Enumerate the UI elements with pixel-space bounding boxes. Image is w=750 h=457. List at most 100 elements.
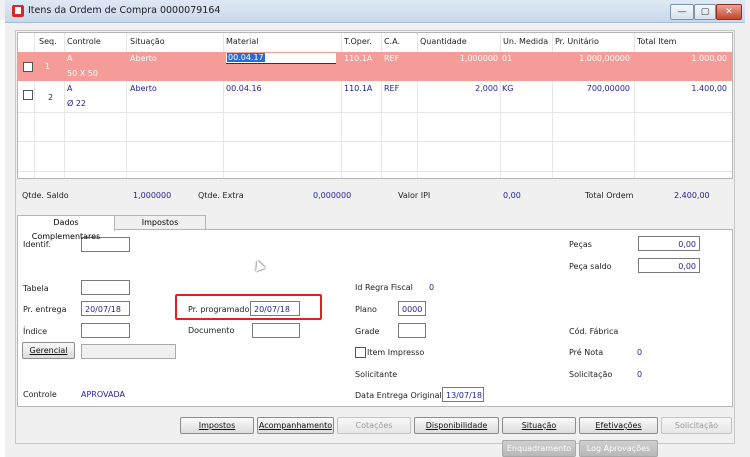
row-pr-unitario: 1.000,00000 <box>579 54 630 63</box>
col-header-controle[interactable]: Controle <box>67 37 101 46</box>
programado-input[interactable]: 20/07/18 <box>250 301 300 316</box>
grade-input[interactable] <box>398 323 426 338</box>
col-header-ca[interactable]: C.A. <box>384 37 400 46</box>
window: Itens da Ordem de Compra 0000079164 — ▢ … <box>0 0 750 457</box>
controle-value: APROVADA <box>81 390 125 399</box>
row-un-medida: 01 <box>502 54 513 63</box>
col-header-situacao[interactable]: Situação <box>130 37 165 46</box>
situacao-button-label: Situação <box>521 421 557 430</box>
cod-fabrica-label: Cód. Fábrica <box>569 327 619 336</box>
documento-input[interactable] <box>252 323 300 338</box>
solicitacao-label: Solicitação <box>569 370 613 379</box>
solicitacao-button[interactable]: Solicitação <box>661 417 732 434</box>
gerencial-field <box>81 344 176 359</box>
row-material-wrap: 00.04.17 <box>227 53 265 62</box>
ordem-label: Total Ordem <box>585 191 634 200</box>
plano-input[interactable]: 0000 <box>398 301 426 316</box>
col-header-toper[interactable]: T.Oper. <box>344 37 372 46</box>
grid-row-divider <box>18 141 732 142</box>
row-toper: 110.1A <box>344 84 373 93</box>
row-seq: 2 <box>48 93 54 102</box>
gerencial-label: Gerencial <box>29 346 68 355</box>
saldo-label: Qtde. Saldo <box>22 191 69 200</box>
minimize-button[interactable]: — <box>670 4 694 20</box>
table-row[interactable]: 2 A Ø 22 Aberto 00.04.16 110.1A REF 2,00… <box>18 82 732 112</box>
grid-row-divider <box>18 112 732 113</box>
col-header-un-medida[interactable]: Un. Medida <box>503 37 548 46</box>
row-material: 00.04.16 <box>226 84 262 93</box>
extra-value: 0,000000 <box>313 191 352 200</box>
row-situacao: Aberto <box>130 54 157 63</box>
row-total-item: 1.400,00 <box>691 84 727 93</box>
row-controle: A <box>67 84 73 93</box>
saldo-value: 1,000000 <box>133 191 172 200</box>
data-entrega-label: Data Entrega Original <box>355 391 442 400</box>
tabela-label: Tabela <box>23 284 49 293</box>
row-controle-detail: 50 X 50 <box>67 69 98 78</box>
col-header-material[interactable]: Material <box>226 37 259 46</box>
row-controle: A <box>67 54 73 63</box>
log-aprovacoes-button[interactable]: Log Aprovações <box>579 440 658 457</box>
row-checkbox[interactable] <box>23 90 33 100</box>
grade-label: Grade <box>355 327 380 336</box>
tab-impostos[interactable]: Impostos <box>114 215 206 230</box>
impostos-button-label: Impostos <box>198 421 236 430</box>
plano-label: Plano <box>355 305 377 314</box>
id-regra-label: Id Regra Fiscal <box>355 283 413 292</box>
background-strip <box>0 20 5 457</box>
indice-input[interactable] <box>81 323 130 338</box>
ordem-value: 2.400,00 <box>674 191 710 200</box>
col-header-total-item[interactable]: Total Item <box>637 37 676 46</box>
acompanhamento-button[interactable]: Acompanhamento <box>257 417 334 434</box>
cotacoes-button[interactable]: Cotações <box>337 417 411 434</box>
row-checkbox[interactable] <box>23 62 33 72</box>
documento-label: Documento <box>188 326 235 335</box>
row-material[interactable]: 00.04.17 <box>227 53 265 62</box>
item-impresso-checkbox[interactable] <box>355 347 366 358</box>
situacao-button[interactable]: Situação <box>502 417 576 434</box>
col-header-quantidade[interactable]: Quantidade <box>420 37 467 46</box>
tab-dados-complementares[interactable]: Dados Complementares <box>17 215 115 241</box>
col-header-seq[interactable]: Seq. <box>39 37 57 46</box>
disponibilidade-button-label: Disponibilidade <box>425 421 488 430</box>
row-pr-unitario: 700,00000 <box>586 84 630 93</box>
tabela-input[interactable] <box>81 280 130 295</box>
close-button[interactable]: ✕ <box>716 4 742 20</box>
programado-label: Pr. programado <box>188 305 250 314</box>
controle-label: Controle <box>23 390 57 399</box>
col-header-pr-unitario[interactable]: Pr. Unitário <box>555 37 599 46</box>
app-icon <box>12 5 24 17</box>
gerencial-button[interactable]: Gerencial <box>22 342 75 359</box>
tab-panel <box>17 229 733 407</box>
pre-nota-value: 0 <box>637 348 643 357</box>
impostos-button[interactable]: Impostos <box>180 417 254 434</box>
maximize-button[interactable]: ▢ <box>694 4 716 20</box>
efetivacoes-button[interactable]: Efetivações <box>579 417 658 434</box>
enquadramento-button[interactable]: Enquadramento <box>502 440 576 457</box>
indice-label: Índice <box>23 327 48 336</box>
data-entrega-input[interactable]: 13/07/18 <box>442 387 484 402</box>
window-title: Itens da Ordem de Compra 0000079164 <box>28 5 221 16</box>
row-ca: REF <box>384 84 400 93</box>
peca-saldo-input[interactable]: 0,00 <box>638 258 700 273</box>
row-situacao: Aberto <box>130 84 157 93</box>
efetivacoes-button-label: Efetivações <box>595 421 642 430</box>
pecas-label: Peças <box>569 240 592 249</box>
pecas-input[interactable]: 0,00 <box>638 236 700 251</box>
entrega-input[interactable]: 20/07/18 <box>81 301 130 316</box>
row-seq: 1 <box>45 62 51 71</box>
pre-nota-label: Pré Nota <box>569 348 604 357</box>
item-impresso-label: Item Impresso <box>367 348 425 357</box>
table-row[interactable]: 1 A 50 X 50 Aberto 00.04.17 110.1A REF 1… <box>18 52 732 81</box>
extra-label: Qtde. Extra <box>198 191 244 200</box>
row-quantidade: 1,000000 <box>459 54 498 63</box>
row-toper: 110.1A <box>344 54 373 63</box>
row-controle-detail: Ø 22 <box>67 99 87 108</box>
title-bar[interactable]: Itens da Ordem de Compra 0000079164 — ▢ … <box>5 0 745 23</box>
ipi-label: Valor IPI <box>398 191 431 200</box>
items-grid[interactable]: Seq. Controle Situação Material T.Oper. … <box>17 32 733 179</box>
row-total-item: 1.000,00 <box>691 54 727 63</box>
solicitante-label: Solicitante <box>355 370 398 379</box>
solicitacao-value: 0 <box>637 370 643 379</box>
disponibilidade-button[interactable]: Disponibilidade <box>414 417 499 434</box>
